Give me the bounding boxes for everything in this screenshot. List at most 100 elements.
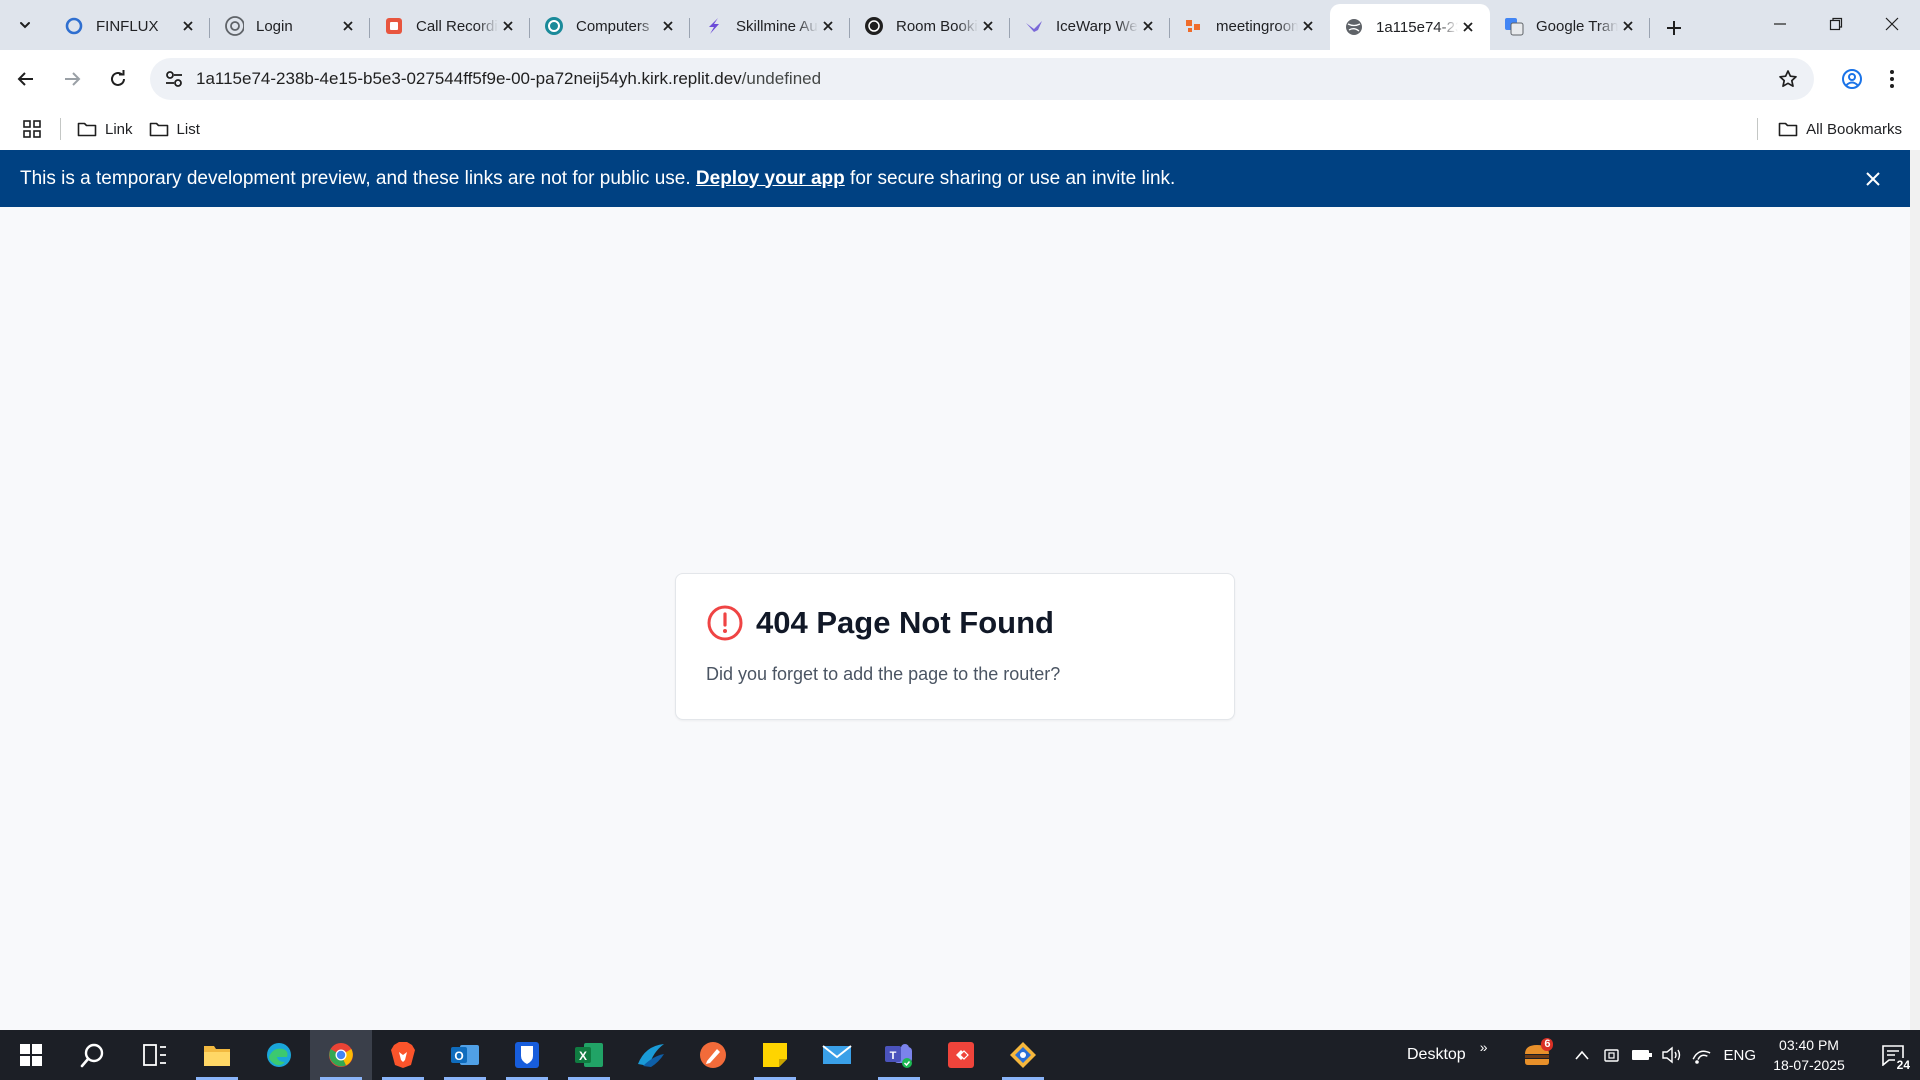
chrome-icon <box>329 1043 353 1067</box>
mail-icon <box>822 1045 852 1064</box>
close-icon[interactable] <box>818 16 838 36</box>
close-icon[interactable] <box>1458 17 1478 37</box>
tab-search-button[interactable] <box>0 0 50 50</box>
search-button[interactable] <box>62 1030 124 1080</box>
taskbar-edge[interactable] <box>248 1030 310 1080</box>
tab-finflux[interactable]: FINFLUX <box>50 4 210 48</box>
bookmark-label: List <box>176 120 200 138</box>
close-icon[interactable] <box>658 16 678 36</box>
task-view-icon <box>143 1044 166 1066</box>
deploy-app-link[interactable]: Deploy your app <box>696 168 845 189</box>
system-tray: Desktop » 6 ENG 03:40 PM 18-07-2025 24 <box>1407 1030 1920 1080</box>
page-content: 404 Page Not Found Did you forget to add… <box>0 207 1910 1030</box>
address-bar[interactable]: 1a115e74-238b-4e15-b5e3-027544ff5f9e-00-… <box>150 58 1814 100</box>
all-bookmarks: All Bookmarks <box>1749 113 1910 145</box>
banner-close-button[interactable] <box>1860 166 1886 192</box>
kebab-menu-icon <box>1890 70 1894 88</box>
tab-room-booking[interactable]: Room Booking <box>850 4 1010 48</box>
tab-google-translate[interactable]: Google Translate <box>1490 4 1650 48</box>
task-view-button[interactable] <box>124 1030 186 1080</box>
site-info-button[interactable] <box>154 59 194 99</box>
tab-list: FINFLUX Login Call Recording Computers S… <box>50 0 1694 50</box>
apps-button[interactable] <box>12 111 52 147</box>
bookmark-folder-list[interactable]: List <box>141 113 208 145</box>
close-icon <box>1885 17 1899 31</box>
bookmarks-separator <box>1757 118 1759 140</box>
close-icon[interactable] <box>178 16 198 36</box>
finflux-ring-icon <box>64 16 84 36</box>
banner-text-after: for secure sharing or use an invite link… <box>850 167 1176 189</box>
weather-widget[interactable]: 6 <box>1515 1030 1559 1080</box>
taskbar-app-orange[interactable] <box>682 1030 744 1080</box>
tab-title: Google Translate <box>1536 17 1618 35</box>
not-found-header: 404 Page Not Found <box>706 604 1204 642</box>
desktop-toolbar-label[interactable]: Desktop <box>1407 1046 1466 1064</box>
reload-button[interactable] <box>98 59 138 99</box>
taskbar-bitwarden[interactable] <box>496 1030 558 1080</box>
tab-login[interactable]: Login <box>210 4 370 48</box>
meet-now-icon[interactable] <box>1597 1030 1627 1080</box>
close-icon[interactable] <box>1138 16 1158 36</box>
reload-icon <box>111 70 125 86</box>
tab-computers[interactable]: Computers <box>530 4 690 48</box>
taskbar-mail[interactable] <box>806 1030 868 1080</box>
battery-icon <box>1632 1050 1653 1060</box>
close-icon[interactable] <box>978 16 998 36</box>
url-text[interactable]: 1a115e74-238b-4e15-b5e3-027544ff5f9e-00-… <box>196 69 1768 89</box>
minimize-button[interactable] <box>1752 0 1808 48</box>
tab-call-recording[interactable]: Call Recording <box>370 4 530 48</box>
taskbar-sticky-notes[interactable] <box>744 1030 806 1080</box>
battery-icon[interactable] <box>1627 1030 1657 1080</box>
bookmark-star-button[interactable] <box>1768 59 1808 99</box>
svg-text:O: O <box>454 1049 463 1063</box>
taskbar-outlook[interactable]: O <box>434 1030 496 1080</box>
restore-button[interactable] <box>1808 0 1864 48</box>
language-indicator[interactable]: ENG <box>1723 1047 1756 1064</box>
clock[interactable]: 03:40 PM 18-07-2025 <box>1766 1035 1852 1075</box>
taskbar-chrome[interactable] <box>310 1030 372 1080</box>
minimize-icon <box>1774 23 1786 25</box>
tab-replit-active[interactable]: 1a115e74-238b <box>1330 4 1490 50</box>
double-chevron-icon[interactable]: » <box>1480 1039 1488 1055</box>
new-tab-button[interactable] <box>1654 6 1694 50</box>
tab-icewarp[interactable]: IceWarp WebClient <box>1010 4 1170 48</box>
taskbar-anydesk[interactable] <box>930 1030 992 1080</box>
tab-strip: FINFLUX Login Call Recording Computers S… <box>0 0 1920 50</box>
forward-button[interactable] <box>52 59 92 99</box>
close-icon[interactable] <box>1298 16 1318 36</box>
google-translate-icon <box>1504 16 1524 36</box>
edge-icon <box>267 1043 291 1067</box>
anydesk-icon <box>948 1042 974 1068</box>
tab-skillmine[interactable]: Skillmine Au <box>690 4 850 48</box>
show-hidden-icons-button[interactable] <box>1567 1030 1597 1080</box>
volume-icon[interactable] <box>1657 1030 1687 1080</box>
url-path: /undefined <box>741 69 822 88</box>
page-scrollbar[interactable] <box>1910 150 1920 1030</box>
close-icon <box>1866 172 1880 186</box>
tab-meetingroom[interactable]: meetingroom <box>1170 4 1330 48</box>
tab-title: IceWarp WebClient <box>1056 17 1138 35</box>
tab-title: Skillmine Au <box>736 17 818 35</box>
bookmark-folder-link[interactable]: Link <box>69 113 141 145</box>
banner-text-before: This is a temporary development preview,… <box>20 167 691 189</box>
close-icon[interactable] <box>498 16 518 36</box>
close-icon[interactable] <box>1618 16 1638 36</box>
skillmine-icon <box>704 16 724 36</box>
start-button[interactable] <box>0 1030 62 1080</box>
notification-center-button[interactable]: 24 <box>1866 1030 1920 1080</box>
taskbar-excel[interactable]: X <box>558 1030 620 1080</box>
back-button[interactable] <box>6 59 46 99</box>
all-bookmarks-button[interactable]: All Bookmarks <box>1770 113 1910 145</box>
taskbar-file-explorer[interactable] <box>186 1030 248 1080</box>
close-window-button[interactable] <box>1864 0 1920 48</box>
wave-app-icon <box>638 1044 664 1067</box>
menu-button[interactable] <box>1872 59 1912 99</box>
taskbar-teams[interactable]: T <box>868 1030 930 1080</box>
taskbar-brave[interactable] <box>372 1030 434 1080</box>
wifi-icon[interactable] <box>1687 1030 1717 1080</box>
taskbar-app-wave[interactable] <box>620 1030 682 1080</box>
profile-button[interactable] <box>1832 59 1872 99</box>
close-icon[interactable] <box>338 16 358 36</box>
taskbar-app-diamond[interactable] <box>992 1030 1054 1080</box>
sticky-notes-icon <box>763 1043 787 1067</box>
